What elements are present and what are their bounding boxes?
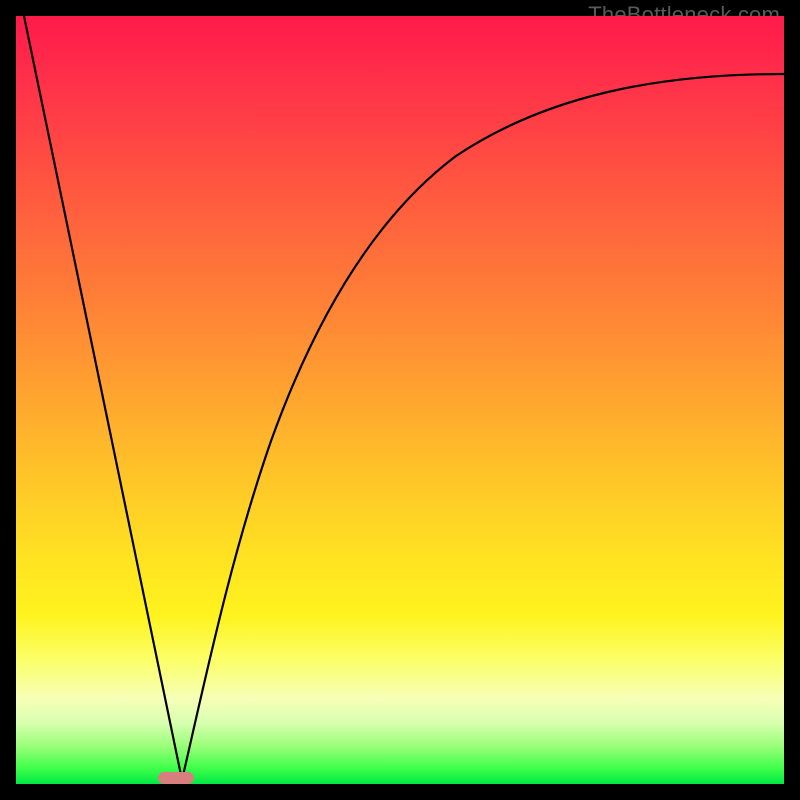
curve-left-branch: [24, 16, 182, 780]
chart-frame: [16, 16, 784, 784]
optimal-marker: [158, 772, 194, 784]
bottleneck-curve: [16, 16, 784, 784]
curve-right-branch: [182, 74, 784, 780]
